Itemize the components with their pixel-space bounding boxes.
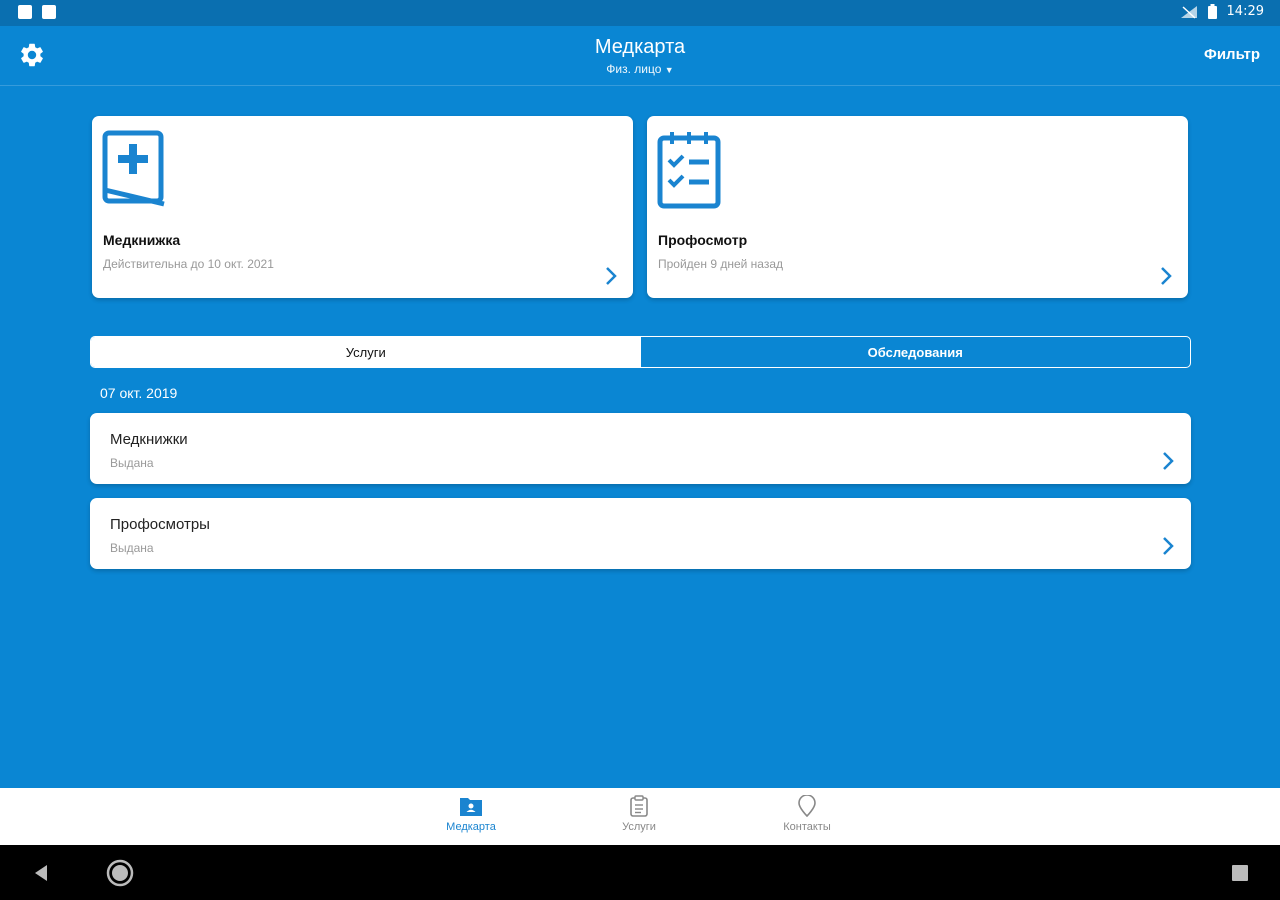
card-subtitle: Пройден 9 дней назад <box>658 257 784 271</box>
medcard-folder-icon <box>460 798 482 816</box>
list-item-title: Профосмотры <box>110 516 210 533</box>
title-block[interactable]: Медкарта Физ. лицо ▼ <box>0 36 1280 76</box>
back-icon[interactable] <box>31 863 51 883</box>
filter-button[interactable]: Фильтр <box>1204 46 1260 63</box>
nav-label: Услуги <box>622 821 656 833</box>
list-item-status: Выдана <box>110 541 154 555</box>
status-time: 14:29 <box>1226 4 1264 19</box>
entity-selector-label: Физ. лицо <box>606 62 662 76</box>
battery-icon <box>1207 4 1217 19</box>
list-item-title: Медкнижки <box>110 431 188 448</box>
nav-label: Контакты <box>783 821 831 833</box>
chevron-right-icon <box>1163 537 1174 555</box>
nav-contacts[interactable]: Контакты <box>752 795 862 833</box>
card-subtitle: Действительна до 10 окт. 2021 <box>103 257 274 271</box>
checklist-icon <box>657 132 721 209</box>
entity-selector[interactable]: Физ. лицо ▼ <box>0 62 1280 76</box>
signal-icon <box>1180 5 1197 19</box>
bottom-navigation: Медкарта Услуги Контакты <box>0 788 1280 845</box>
notification-icon <box>18 5 32 19</box>
clipboard-icon <box>630 795 648 817</box>
segmented-tabs: Услуги Обследования <box>90 336 1191 368</box>
home-icon[interactable] <box>106 859 134 887</box>
location-pin-icon <box>798 795 816 817</box>
list-item-status: Выдана <box>110 456 154 470</box>
chevron-right-icon <box>606 267 617 285</box>
date-header: 07 окт. 2019 <box>100 385 178 401</box>
tab-examinations[interactable]: Обследования <box>641 337 1191 367</box>
card-title: Медкнижка <box>103 232 181 248</box>
status-bar: 14:29 <box>0 0 1280 26</box>
medical-book-icon <box>102 130 165 207</box>
list-item[interactable]: Профосмотры Выдана <box>90 498 1191 569</box>
recents-icon[interactable] <box>1231 864 1249 882</box>
checkup-card[interactable]: Профосмотр Пройден 9 дней назад <box>647 116 1188 298</box>
nav-label: Медкарта <box>446 821 496 833</box>
system-navigation-bar <box>0 845 1280 900</box>
nav-medcard[interactable]: Медкарта <box>416 795 526 833</box>
chevron-right-icon <box>1163 452 1174 470</box>
medbook-card[interactable]: Медкнижка Действительна до 10 окт. 2021 <box>92 116 633 298</box>
chevron-right-icon <box>1161 267 1172 285</box>
app-bar: Медкарта Физ. лицо ▼ Фильтр <box>0 26 1280 86</box>
nav-services[interactable]: Услуги <box>584 795 694 833</box>
chevron-down-icon: ▼ <box>664 65 674 75</box>
card-title: Профосмотр <box>658 232 748 248</box>
sd-card-icon <box>42 5 56 19</box>
list-item[interactable]: Медкнижки Выдана <box>90 413 1191 484</box>
page-title: Медкарта <box>594 36 686 58</box>
tab-services[interactable]: Услуги <box>91 337 641 367</box>
